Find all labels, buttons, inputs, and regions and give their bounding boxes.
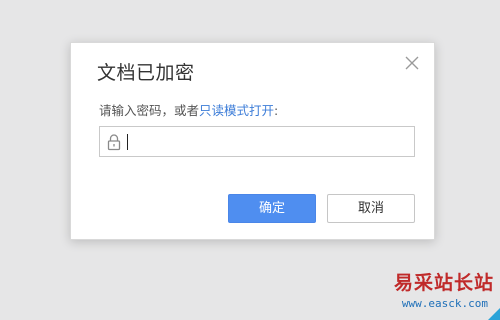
cancel-button[interactable]: 取消	[327, 194, 415, 223]
prompt-suffix: :	[274, 103, 279, 118]
ok-button[interactable]: 确定	[228, 194, 316, 223]
site-watermark: 易采站长站 www.easck.com	[374, 262, 500, 320]
watermark-corner-stripe	[488, 308, 500, 320]
lock-icon	[106, 133, 122, 151]
password-prompt: 请输入密码，或者只读模式打开:	[99, 100, 278, 119]
password-field[interactable]	[99, 126, 415, 157]
encrypted-document-dialog: 文档已加密 请输入密码，或者只读模式打开: 确定 取消	[70, 42, 435, 240]
close-icon[interactable]	[404, 55, 420, 71]
watermark-url: www.easck.com	[401, 297, 488, 310]
watermark-title: 易采站长站	[393, 272, 494, 294]
read-only-open-link[interactable]: 只读模式打开	[199, 103, 274, 118]
password-input[interactable]	[126, 132, 406, 152]
prompt-text: 请输入密码，或者	[99, 103, 200, 118]
dialog-title: 文档已加密	[97, 62, 195, 84]
